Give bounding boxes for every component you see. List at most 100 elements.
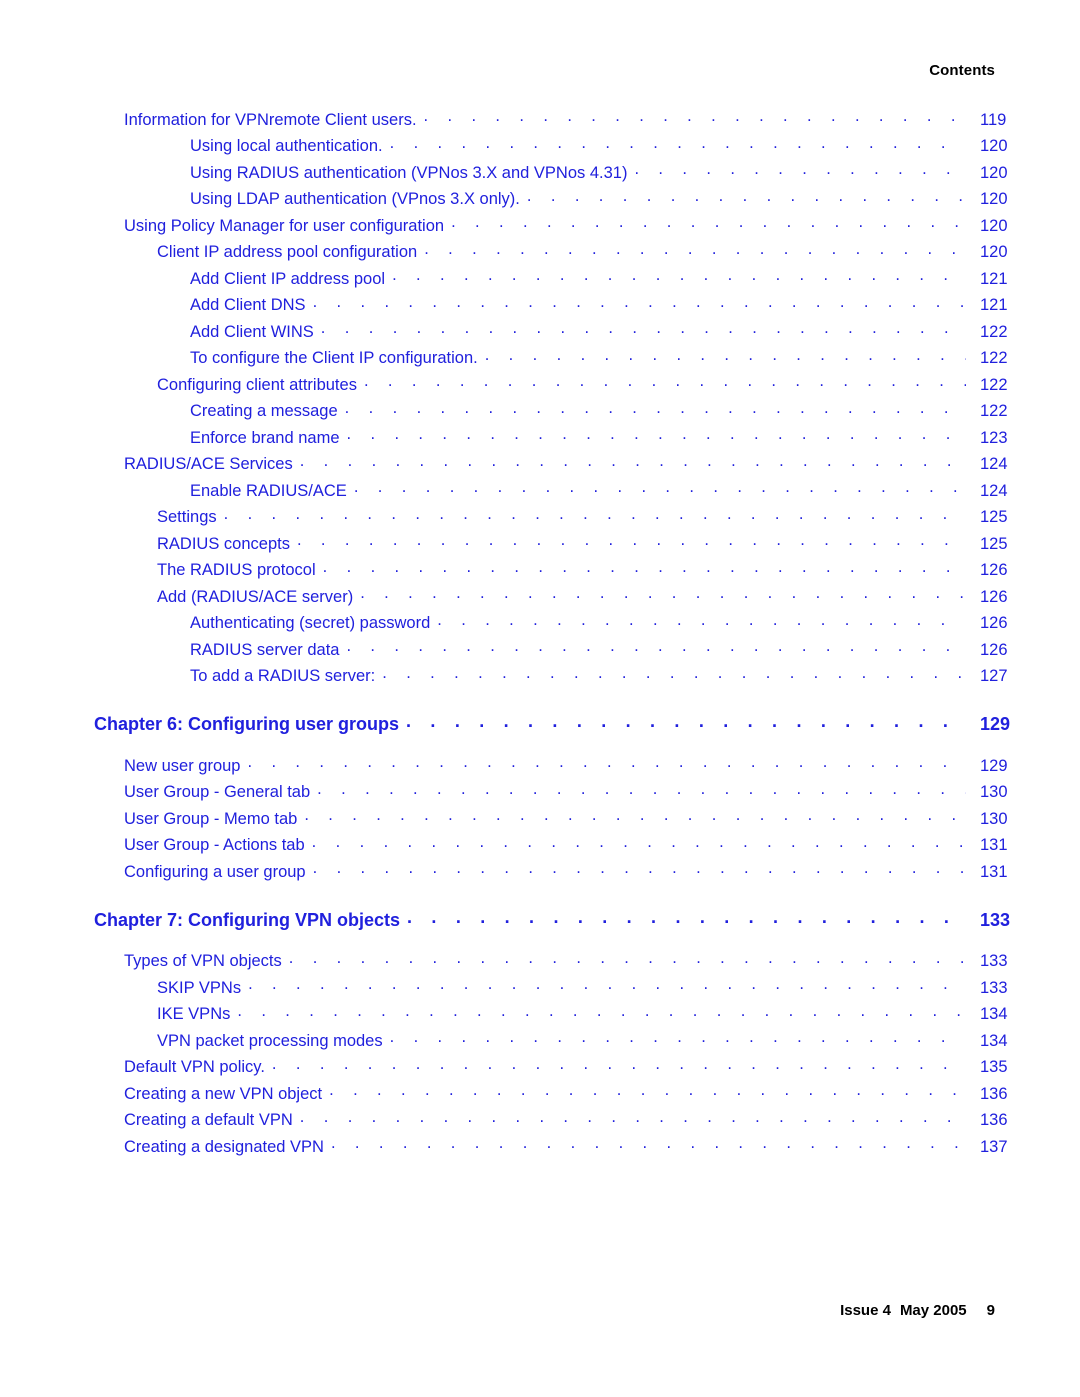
toc-entry-page-number: 133 (980, 952, 1008, 970)
toc-entry[interactable]: RADIUS server data 126 (0, 638, 1080, 665)
toc-dot-leader (527, 188, 966, 205)
toc-entry[interactable]: Creating a default VPN 136 (0, 1109, 1080, 1136)
toc-entry-page-number: 131 (980, 836, 1008, 854)
toc-entry-page-number: 120 (980, 137, 1008, 155)
toc-entry-page-number: 119 (980, 110, 1007, 129)
toc-entry-page-number: 123 (980, 428, 1008, 447)
toc-entry-label: Client IP address pool configuration (157, 243, 418, 261)
toc-entry-page-number: 136 (980, 1084, 1008, 1103)
toc-entry[interactable]: Add Client IP address pool 121 (0, 267, 1080, 294)
toc-dot-leader (354, 479, 966, 496)
toc-entry[interactable]: Add Client WINS 122 (0, 320, 1080, 347)
toc-entry[interactable]: To add a RADIUS server: 127 (0, 665, 1080, 692)
toc-entry[interactable]: SKIP VPNs 133 (0, 976, 1080, 1003)
toc-entry-label: The RADIUS protocol (157, 561, 316, 579)
toc-dot-leader (424, 241, 966, 258)
toc-entry[interactable]: Default VPN policy. 135 (0, 1056, 1080, 1083)
toc-entry-page-number: 120 (980, 216, 1008, 235)
toc-entry[interactable]: Add Client DNS 121 (0, 294, 1080, 321)
toc-entry[interactable]: Configuring a user group 131 (0, 860, 1080, 887)
toc-entry[interactable]: Creating a message 122 (0, 400, 1080, 427)
toc-entry-page-number: 134 (980, 1005, 1008, 1023)
toc-dot-leader (390, 1029, 966, 1046)
footer-page-number: 9 (986, 1302, 995, 1319)
toc-entry[interactable]: VPN packet processing modes 134 (0, 1029, 1080, 1056)
toc-entry-label: Configuring a user group (124, 862, 306, 881)
toc-entry-page-number: 121 (980, 296, 1008, 314)
document-page: Contents Information for VPNremote Clien… (0, 0, 1080, 1397)
toc-entry-label: Authenticating (secret) password (190, 614, 431, 632)
toc-dot-leader (360, 585, 966, 602)
toc-entry[interactable]: Using LDAP authentication (VPnos 3.X onl… (0, 188, 1080, 215)
toc-dot-leader (382, 665, 966, 682)
toc-entry-page-number: 120 (980, 163, 1008, 182)
toc-dot-leader (317, 781, 966, 798)
toc-entry[interactable]: Configuring client attributes 122 (0, 373, 1080, 400)
toc-entry-label: Creating a default VPN (124, 1111, 293, 1129)
toc-entry[interactable]: Using RADIUS authentication (VPNos 3.X a… (0, 161, 1080, 188)
toc-entry-page-number: 129 (980, 756, 1008, 775)
toc-entry[interactable]: Using local authentication. 120 (0, 135, 1080, 162)
toc-entry[interactable]: User Group - Memo tab 130 (0, 807, 1080, 834)
toc-chapter-entry[interactable]: Chapter 6: Configuring user groups 129 (0, 712, 1080, 742)
toc-entry-label: Add (RADIUS/ACE server) (157, 587, 354, 606)
table-of-contents: Information for VPNremote Client users. 1… (0, 108, 1080, 1162)
toc-entry[interactable]: Client IP address pool configuration 120 (0, 241, 1080, 268)
toc-entry[interactable]: Settings 125 (0, 506, 1080, 533)
toc-entry-page-number: 131 (980, 862, 1008, 881)
toc-entry[interactable]: Creating a designated VPN 137 (0, 1135, 1080, 1162)
toc-entry-label: To add a RADIUS server: (190, 667, 376, 685)
toc-entry-page-number: 135 (980, 1058, 1008, 1076)
toc-entry-label: IKE VPNs (157, 1005, 231, 1023)
toc-entry[interactable]: To configure the Client IP configuration… (0, 347, 1080, 374)
toc-entry-label: Configuring client attributes (157, 375, 357, 394)
toc-entry-page-number: 124 (980, 455, 1008, 473)
toc-entry-page-number: 129 (980, 714, 1011, 734)
toc-entry[interactable]: The RADIUS protocol 126 (0, 559, 1080, 586)
toc-entry-label: Using RADIUS authentication (VPNos 3.X a… (190, 163, 628, 182)
toc-entry[interactable]: Types of VPN objects 133 (0, 950, 1080, 977)
toc-entry[interactable]: Enforce brand name 123 (0, 426, 1080, 453)
toc-entry-label: Add Client WINS (190, 322, 314, 341)
toc-entry-label: New user group (124, 756, 241, 775)
toc-entry-page-number: 136 (980, 1111, 1008, 1129)
toc-entry[interactable]: Creating a new VPN object 136 (0, 1082, 1080, 1109)
toc-entry[interactable]: Using Policy Manager for user configurat… (0, 214, 1080, 241)
toc-entry[interactable]: RADIUS/ACE Services 124 (0, 453, 1080, 480)
toc-dot-leader (300, 1109, 966, 1126)
toc-entry-label: VPN packet processing modes (157, 1031, 383, 1050)
toc-dot-leader (237, 1003, 966, 1020)
toc-entry[interactable]: IKE VPNs 134 (0, 1003, 1080, 1030)
toc-dot-leader (364, 373, 966, 390)
toc-entry[interactable]: Enable RADIUS/ACE 124 (0, 479, 1080, 506)
toc-dot-leader (247, 754, 966, 771)
toc-entry-label: Chapter 6: Configuring user groups (94, 714, 400, 734)
toc-dot-leader (634, 161, 966, 178)
running-footer: Issue 4 May 2005 9 (840, 1302, 995, 1319)
toc-entry-label: Enable RADIUS/ACE (190, 481, 347, 500)
toc-entry[interactable]: RADIUS concepts 125 (0, 532, 1080, 559)
toc-entry-page-number: 130 (980, 809, 1008, 828)
toc-dot-leader (345, 400, 966, 417)
toc-entry-label: RADIUS/ACE Services (124, 455, 293, 473)
toc-entry-label: Creating a designated VPN (124, 1137, 324, 1156)
toc-entry-label: To configure the Client IP configuration… (190, 349, 478, 367)
toc-dot-leader (313, 860, 966, 877)
toc-entry-page-number: 133 (980, 909, 1011, 930)
toc-entry[interactable]: User Group - General tab 130 (0, 781, 1080, 808)
toc-dot-leader (321, 320, 966, 337)
toc-entry[interactable]: Information for VPNremote Client users. 1… (0, 108, 1080, 135)
toc-entry-label: Using Policy Manager for user configurat… (124, 216, 445, 235)
toc-entry[interactable]: Add (RADIUS/ACE server) 126 (0, 585, 1080, 612)
toc-entry[interactable]: User Group - Actions tab 131 (0, 834, 1080, 861)
toc-entry-label: Chapter 7: Configuring VPN objects (94, 909, 401, 930)
toc-dot-leader (347, 426, 966, 443)
toc-dot-leader (248, 976, 966, 993)
toc-entry[interactable]: Authenticating (secret) password 126 (0, 612, 1080, 639)
toc-entry[interactable]: New user group 129 (0, 754, 1080, 781)
toc-entry-page-number: 130 (980, 783, 1008, 801)
toc-entry-page-number: 122 (980, 375, 1008, 394)
toc-chapter-entry[interactable]: Chapter 7: Configuring VPN objects 133 (0, 908, 1080, 938)
toc-entry-label: SKIP VPNs (157, 978, 242, 997)
toc-dot-leader (406, 712, 966, 730)
